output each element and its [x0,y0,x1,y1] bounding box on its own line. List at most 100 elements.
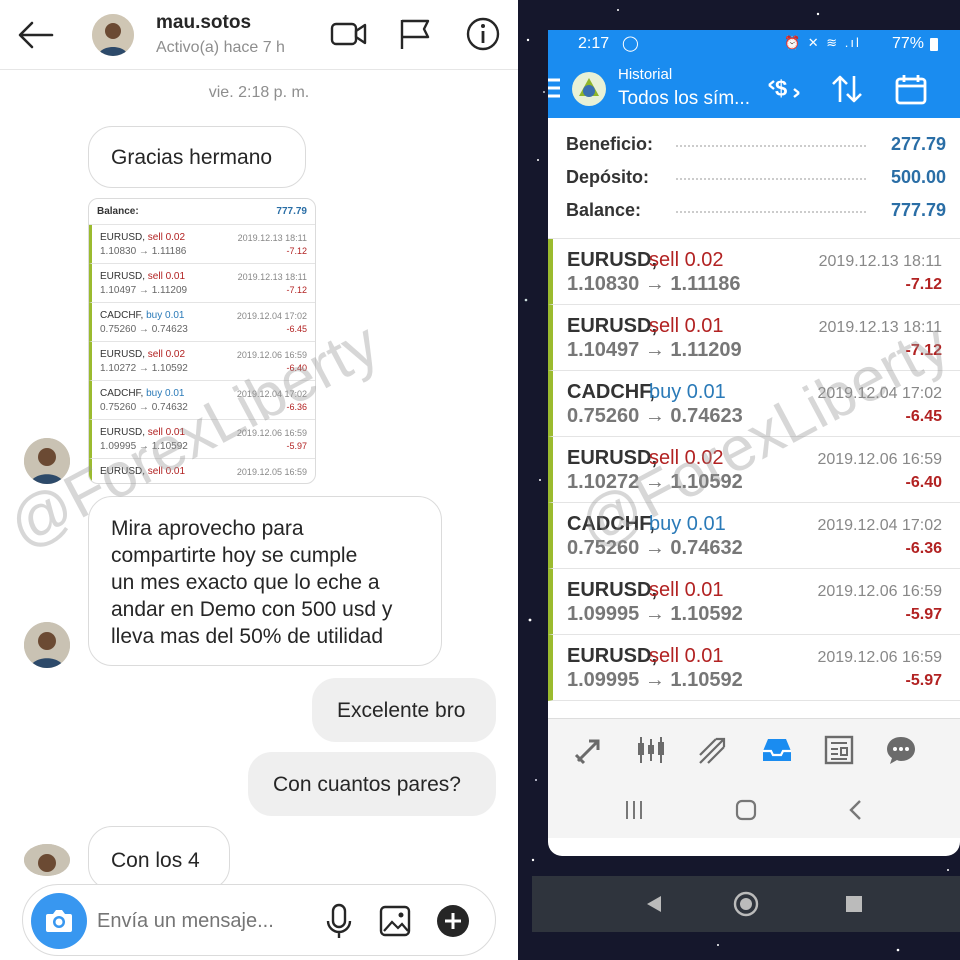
thumb-date: 2019.12.06 16:59 [236,350,307,360]
avatar[interactable] [24,438,70,484]
trade-row[interactable]: EURUSD, sell 0.01 1.09995 → 1.10592 2019.12… [548,635,960,701]
message-line: lleva mas del 50% de utilidad [111,625,383,648]
thumb-balance-value: 777.79 [276,206,307,217]
trade-prices: 1.09995 → 1.10592 [567,603,743,625]
news-icon[interactable] [822,733,856,767]
trade-pl: -6.45 [905,408,942,425]
avatar[interactable] [92,14,134,56]
status-time: 2:17 [578,35,610,52]
trade-pl: -7.12 [905,342,942,359]
thumb-symbol: EURUSD, sell 0.01 [100,466,186,477]
messages-icon[interactable] [884,733,918,767]
thumb-balance-row: Balance: 777.79 [89,199,315,225]
home-circle-icon[interactable] [732,890,760,918]
recents-icon[interactable] [622,798,646,822]
back-icon[interactable] [844,798,868,822]
currency-exchange-icon[interactable]: $ [766,72,802,106]
message-text: Con los 4 [111,849,200,872]
thumb-trade-row: CADCHF, buy 0.01 0.75260 → 0.74623 2019.12… [89,303,315,342]
thumb-pl: -6.40 [286,363,307,373]
thumb-date: 2019.12.13 18:11 [237,272,307,282]
thumb-prices: 1.09995 → 1.10592 [100,441,188,452]
shared-image[interactable]: Balance: 777.79 EURUSD, sell 0.02 1.10830… [88,198,316,484]
add-icon[interactable] [435,901,471,941]
summary-value: 277.79 [890,134,946,154]
home-icon[interactable] [734,798,758,822]
trade-symbol: EURUSD, [567,249,658,271]
thumb-pl: -7.12 [286,246,307,256]
message-text: Excelente bro [337,699,466,722]
appbar-title[interactable]: Todos los sím... [618,88,750,110]
message-bubble-in[interactable]: Mira aprovecho para compartirte hoy se c… [88,496,442,666]
history-icon[interactable] [760,733,794,767]
trade-pl: -7.12 [905,276,942,293]
trade-row[interactable]: EURUSD, sell 0.02 1.10830 → 1.11186 2019.12… [548,239,960,305]
trade-prices: 1.10272 → 1.10592 [567,471,743,493]
message-line: andar en Demo con 500 usd y [111,598,393,621]
message-bubble-in[interactable]: Gracias hermano [88,126,306,188]
sort-icon[interactable] [830,72,864,106]
summary-value: 777.79 [890,200,946,220]
trade-row[interactable]: EURUSD, sell 0.01 1.09995 → 1.10592 2019.12… [548,569,960,635]
message-timestamp: vie. 2:18 p. m. [208,84,310,101]
overview-square-icon[interactable] [844,894,864,914]
message-bubble-out[interactable]: Excelente bro [312,678,496,742]
trade-row[interactable]: CADCHF, buy 0.01 0.75260 → 0.74632 2019.12.… [548,503,960,569]
back-triangle-icon[interactable] [642,892,666,916]
calendar-icon[interactable] [894,72,928,106]
trade-date: 2019.12.06 16:59 [817,451,942,468]
trade-side: buy 0.01 [649,513,726,535]
chat-panel: mau.sotos Activo(a) hace 7 h vie. 2:18 p… [0,0,518,960]
flag-icon[interactable] [396,16,434,52]
contact-status: Activo(a) hace 7 h [156,39,285,56]
trade-row[interactable]: EURUSD, sell 0.01 1.10497 → 1.11209 2019.12… [548,305,960,371]
gallery-icon[interactable] [377,901,413,941]
mt4-app-screen: 2:17 ◯ ⏰ ✕ ≋ .ıl 77% Historial Todos los… [548,30,960,856]
info-icon[interactable] [464,16,502,52]
message-bubble-in[interactable]: Con los 4 [88,826,230,890]
back-arrow-icon[interactable] [16,18,56,52]
thumb-prices: 0.75260 → 0.74623 [100,324,188,335]
trade-side: sell 0.02 [649,249,724,271]
thumb-pl: -6.45 [286,324,307,334]
trade-row[interactable]: CADCHF, buy 0.01 0.75260 → 0.74623 2019.12.… [548,371,960,437]
quotes-icon[interactable] [572,733,606,767]
phone-screenshot: 2:17 ◯ ⏰ ✕ ≋ .ıl 77% Historial Todos los… [518,0,960,960]
leader-dots [676,211,866,213]
trade-history-list[interactable]: EURUSD, sell 0.02 1.10830 → 1.11186 2019.12… [548,238,960,718]
trade-date: 2019.12.04 17:02 [817,385,942,402]
menu-icon[interactable] [548,76,562,100]
avatar[interactable] [24,844,70,876]
system-nav-bar [548,780,960,838]
trade-pl: -6.40 [905,474,942,491]
chart-icon[interactable] [634,733,668,767]
thumb-prices: 1.10272 → 1.10592 [100,363,188,374]
thumb-symbol: EURUSD, sell 0.01 [100,427,186,438]
summary-label: Beneficio: [566,134,654,154]
thumb-date: 2019.12.13 18:11 [237,233,307,243]
message-line: compartirte hoy se cumple [111,544,358,567]
trade-symbol: CADCHF, [567,513,655,535]
trade-date: 2019.12.04 17:02 [817,517,942,534]
microphone-icon[interactable] [321,901,357,941]
battery-icon [930,38,938,51]
thumb-date: 2019.12.04 17:02 [236,311,307,321]
message-bubble-out[interactable]: Con cuantos pares? [248,752,496,816]
whatsapp-icon: ◯ [622,35,639,52]
message-input[interactable] [97,907,307,935]
video-call-icon[interactable] [330,16,368,52]
thumb-balance-label: Balance: [97,206,139,217]
avatar[interactable] [24,622,70,668]
thumb-pl: -6.36 [286,402,307,412]
trade-symbol: EURUSD, [567,315,658,337]
message-composer [22,884,496,956]
contact-name[interactable]: mau.sotos [156,12,251,34]
metatrader-logo-icon [572,72,606,106]
trade-icon[interactable] [696,733,730,767]
summary-label: Depósito: [566,167,649,187]
camera-button[interactable] [31,893,87,949]
trade-side: sell 0.01 [649,579,724,601]
battery-level: 77% [892,35,925,52]
trade-row[interactable]: EURUSD, sell 0.02 1.10272 → 1.10592 2019.12… [548,437,960,503]
appbar-subtitle: Historial [618,66,673,83]
